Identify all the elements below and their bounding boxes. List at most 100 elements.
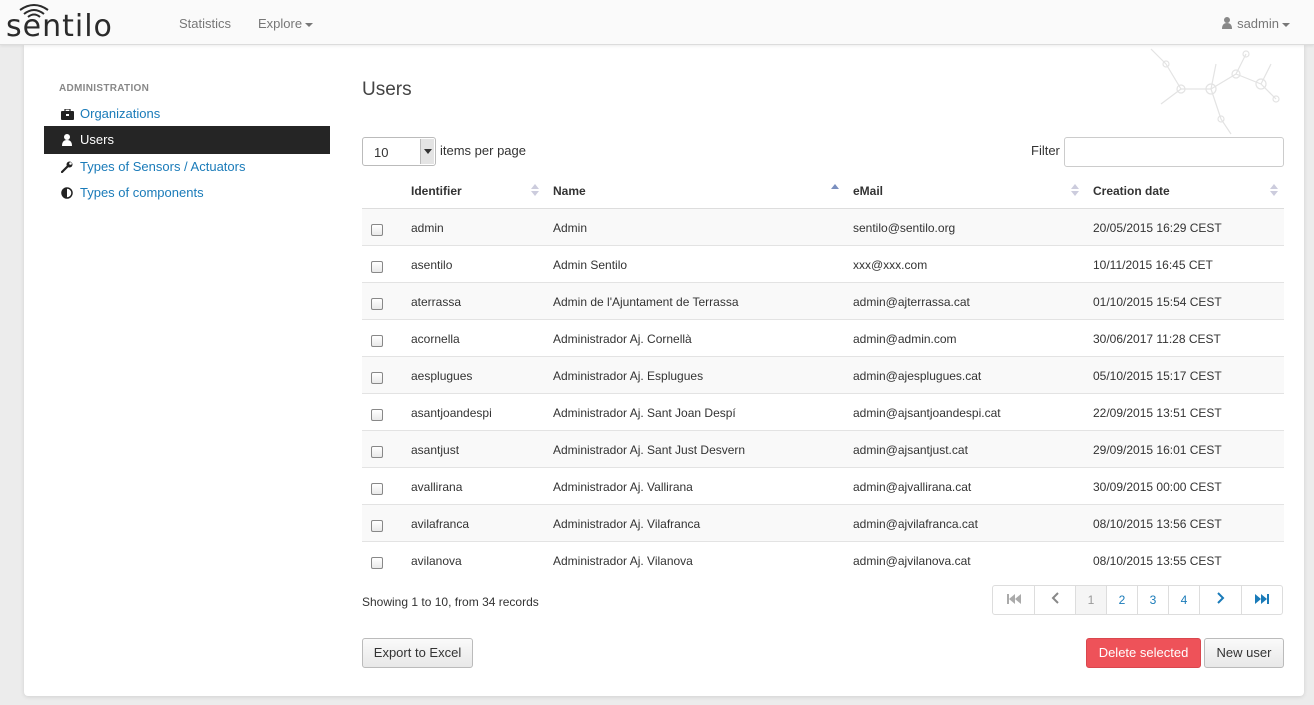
page-title: Users	[362, 79, 412, 100]
cell-name: Administrador Aj. Vilafranca	[553, 517, 701, 531]
sidebar-item-organizations[interactable]: Organizations	[44, 100, 330, 128]
cell-email: admin@ajesplugues.cat	[853, 369, 982, 383]
sort-icon[interactable]	[531, 184, 539, 198]
cell-identifier: aesplugues	[411, 369, 473, 383]
page-button-1[interactable]: 1	[1075, 586, 1106, 614]
next-page-icon[interactable]	[1199, 586, 1241, 614]
cell-name: Administrador Aj. Sant Joan Despí	[553, 406, 736, 420]
sidebar-item-label: Types of Sensors / Actuators	[80, 159, 246, 174]
new-user-button[interactable]: New user	[1204, 638, 1284, 668]
logo-text: sentilo	[6, 9, 113, 44]
table-row[interactable]: acornella Administrador Aj. Cornellà admin…	[362, 320, 1284, 357]
row-checkbox[interactable]	[371, 483, 383, 495]
cell-identifier: aterrassa	[411, 295, 462, 309]
items-per-page-select[interactable]: 10	[362, 137, 436, 166]
row-checkbox[interactable]	[371, 372, 383, 384]
table-row[interactable]: aesplugues Administrador Aj. Esplugues adm…	[362, 357, 1284, 394]
cell-name: Administrador Aj. Sant Just Desvern	[553, 443, 746, 457]
cell-email: admin@ajsantjoandespi.cat	[853, 406, 1001, 420]
cell-creation-date: 22/09/2015 13:51 CEST	[1093, 406, 1222, 420]
row-checkbox[interactable]	[371, 224, 383, 236]
pagination: 1 2 3 4	[992, 585, 1283, 615]
cell-creation-date: 29/09/2015 16:01 CEST	[1093, 443, 1222, 457]
table-row[interactable]: admin Admin sentilo@sentilo.org 20/05/2015 …	[362, 209, 1284, 246]
filter-label: Filter	[1031, 143, 1060, 158]
row-checkbox[interactable]	[371, 261, 383, 273]
cell-email: admin@ajsantjust.cat	[853, 443, 968, 457]
column-header-identifier[interactable]: Identifier	[411, 184, 462, 198]
export-excel-button[interactable]: Export to Excel	[362, 638, 473, 668]
cell-name: Administrador Aj. Esplugues	[553, 369, 704, 383]
last-page-icon[interactable]	[1241, 586, 1282, 614]
username: sadmin	[1237, 16, 1279, 31]
previous-page-icon[interactable]	[1034, 586, 1075, 614]
cell-identifier: admin	[411, 221, 444, 235]
cell-name: Administrador Aj. Vallirana	[553, 480, 693, 494]
column-header-email[interactable]: eMail	[853, 184, 883, 198]
sidebar-item-label: Users	[80, 132, 114, 147]
cell-creation-date: 08/10/2015 13:56 CEST	[1093, 517, 1222, 531]
first-page-icon[interactable]	[993, 586, 1034, 614]
cell-creation-date: 05/10/2015 15:17 CEST	[1093, 369, 1222, 383]
sort-icon[interactable]	[1071, 184, 1079, 198]
cell-email: admin@ajvallirana.cat	[853, 480, 972, 494]
cell-email: admin@ajvilafranca.cat	[853, 517, 978, 531]
row-checkbox[interactable]	[371, 520, 383, 532]
sort-icon[interactable]	[1270, 184, 1278, 198]
main-panel: ADMINISTRATION Organizations Users Types…	[24, 44, 1304, 696]
row-checkbox[interactable]	[371, 409, 383, 421]
sidebar-item-users[interactable]: Users	[44, 126, 330, 154]
table-row[interactable]: avilafranca Administrador Aj. Vilafranca a…	[362, 505, 1284, 542]
row-checkbox[interactable]	[371, 557, 383, 569]
cell-email: xxx@xxx.com	[853, 258, 928, 272]
top-navbar: sentilo Statistics Explore sadmin	[0, 0, 1314, 45]
cell-creation-date: 08/10/2015 13:55 CEST	[1093, 554, 1222, 568]
delete-selected-button[interactable]: Delete selected	[1086, 638, 1201, 668]
table-row[interactable]: avallirana Administrador Aj. Vallirana adm…	[362, 468, 1284, 505]
chevron-down-icon	[1282, 22, 1290, 27]
table-row[interactable]: asentilo Admin Sentilo xxx@xxx.com 10/11/20…	[362, 246, 1284, 283]
filter-input[interactable]	[1064, 137, 1284, 167]
sidebar-item-component-types[interactable]: Types of components	[44, 179, 330, 207]
table-row[interactable]: asantjust Administrador Aj. Sant Just Des…	[362, 431, 1284, 468]
row-checkbox[interactable]	[371, 335, 383, 347]
user-icon	[60, 128, 74, 156]
chevron-down-icon	[305, 22, 314, 27]
user-icon	[1222, 17, 1233, 29]
nav-statistics[interactable]: Statistics	[179, 16, 231, 31]
row-checkbox[interactable]	[371, 298, 383, 310]
cell-identifier: avilafranca	[411, 517, 470, 531]
cell-name: Admin Sentilo	[553, 258, 628, 272]
cell-identifier: avallirana	[411, 480, 463, 494]
cell-email: admin@admin.com	[853, 332, 957, 346]
chevron-down-icon	[420, 139, 434, 164]
row-checkbox[interactable]	[371, 446, 383, 458]
sidebar-item-label: Organizations	[80, 106, 161, 121]
half-circle-icon	[60, 181, 74, 209]
user-menu-dropdown[interactable]: sadmin	[1222, 16, 1290, 31]
network-decoration	[1150, 48, 1280, 135]
cell-creation-date: 10/11/2015 16:45 CET	[1093, 258, 1213, 272]
sentilo-logo[interactable]: sentilo	[4, 3, 140, 44]
cell-name: Admin	[553, 221, 588, 235]
column-header-name[interactable]: Name	[553, 184, 586, 198]
table-row[interactable]: asantjoandespi Administrador Aj. Sant Joa…	[362, 394, 1284, 431]
page-button-4[interactable]: 4	[1168, 586, 1199, 614]
cell-creation-date: 20/05/2015 16:29 CEST	[1093, 221, 1222, 235]
cell-email: admin@ajvilanova.cat	[853, 554, 971, 568]
column-header-creation-date[interactable]: Creation date	[1093, 184, 1170, 198]
page-button-2[interactable]: 2	[1106, 586, 1137, 614]
cell-email: admin@ajterrassa.cat	[853, 295, 970, 309]
cell-name: Admin de l'Ajuntament de Terrassa	[553, 295, 739, 309]
page-button-3[interactable]: 3	[1137, 586, 1168, 614]
cell-name: Administrador Aj. Cornellà	[553, 332, 692, 346]
table-row[interactable]: avilanova Administrador Aj. Vilanova admin…	[362, 542, 1284, 579]
nav-explore-dropdown[interactable]: Explore	[258, 16, 314, 31]
cell-identifier: asantjoandespi	[411, 406, 492, 420]
table-body: admin Admin sentilo@sentilo.org 20/05/2015 …	[362, 209, 1284, 579]
sort-ascending-icon[interactable]	[831, 184, 839, 198]
sidebar-item-sensor-types[interactable]: Types of Sensors / Actuators	[44, 153, 330, 181]
users-table: Identifier Name eMail Creation date admi…	[362, 175, 1284, 579]
table-row[interactable]: aterrassa Admin de l'Ajuntament de Terras…	[362, 283, 1284, 320]
items-per-page-value: 10	[374, 145, 389, 160]
